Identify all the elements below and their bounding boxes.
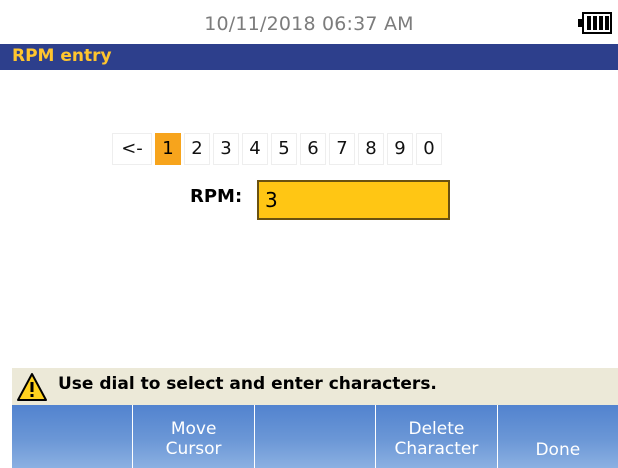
move-cursor-button[interactable]: Move Cursor	[133, 405, 255, 468]
battery-bar	[605, 16, 609, 30]
delete-character-line1: Delete	[408, 418, 465, 439]
delete-character-button[interactable]: Delete Character	[376, 405, 498, 468]
rpm-label: RPM:	[190, 186, 243, 207]
key-5[interactable]: 5	[271, 133, 297, 165]
key-7[interactable]: 7	[329, 133, 355, 165]
title-bar: RPM entry	[0, 44, 618, 70]
softkey-bar: Move Cursor Delete Character Done	[12, 405, 618, 468]
hint-bar: Use dial to select and enter characters.	[12, 368, 618, 405]
key-4[interactable]: 4	[242, 133, 268, 165]
datetime: 10/11/2018 06:37 AM	[204, 13, 414, 35]
character-keypad: <- 1 2 3 4 5 6 7 8 9 0	[112, 133, 442, 165]
key-8[interactable]: 8	[358, 133, 384, 165]
key-1[interactable]: 1	[155, 133, 181, 165]
done-button[interactable]: Done	[497, 405, 618, 468]
battery-full-icon	[578, 12, 612, 34]
move-cursor-line2: Cursor	[165, 438, 222, 459]
softkey-1[interactable]	[12, 405, 134, 468]
status-bar: 10/11/2018 06:37 AM	[0, 0, 618, 44]
battery-bar	[587, 16, 591, 30]
delete-character-line2: Character	[394, 438, 479, 459]
key-2[interactable]: 2	[184, 133, 210, 165]
move-cursor-line1: Move	[170, 418, 217, 439]
key-9[interactable]: 9	[387, 133, 413, 165]
key-backspace[interactable]: <-	[112, 133, 152, 165]
battery-bar	[593, 16, 597, 30]
done-line2: Done	[535, 440, 581, 460]
key-3[interactable]: 3	[213, 133, 239, 165]
rpm-input[interactable]: 3	[257, 180, 450, 220]
battery-bar	[599, 16, 603, 30]
key-6[interactable]: 6	[300, 133, 326, 165]
left-margin	[0, 70, 12, 405]
softkey-3[interactable]	[254, 405, 377, 468]
key-0[interactable]: 0	[416, 133, 442, 165]
screen: 10/11/2018 06:37 AM RPM entry <- 1 2 3 4…	[0, 0, 618, 468]
hint-text: Use dial to select and enter characters.	[58, 374, 437, 394]
warning-icon	[17, 373, 47, 401]
battery-nub	[578, 19, 582, 27]
page-title: RPM entry	[12, 46, 112, 66]
